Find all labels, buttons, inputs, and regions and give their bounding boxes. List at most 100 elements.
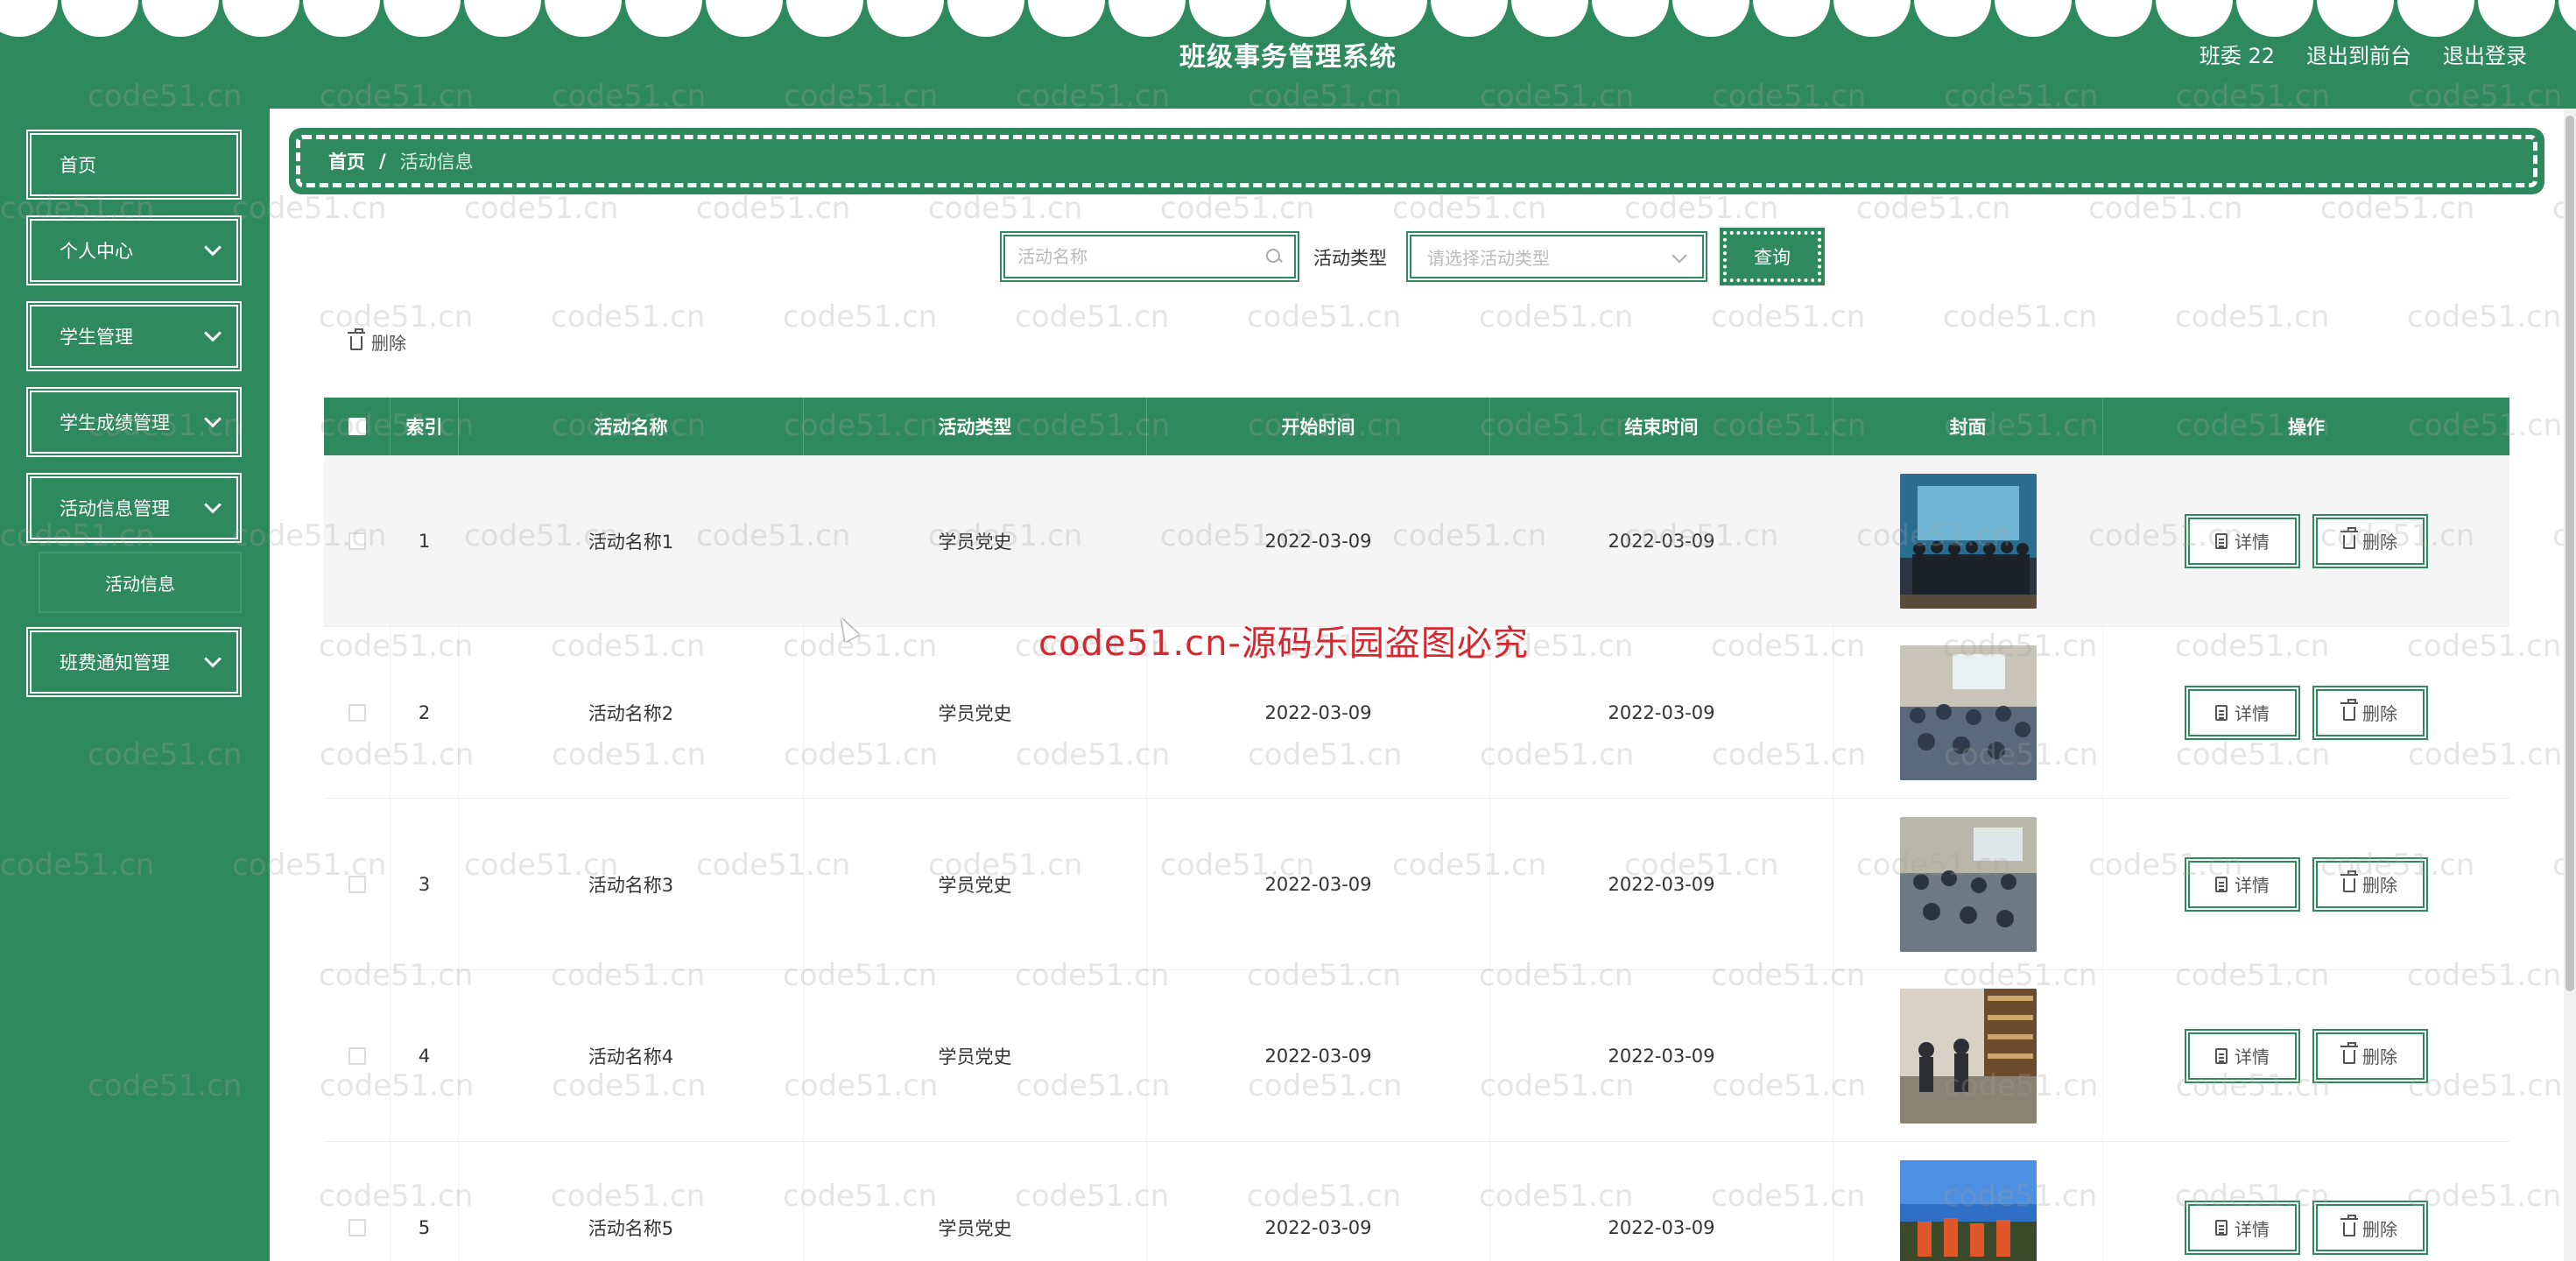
query-button[interactable]: 查询 xyxy=(1720,228,1825,285)
sidebar-item-activities[interactable]: 活动信息管理 xyxy=(26,473,242,543)
sidebar-item-profile[interactable]: 个人中心 xyxy=(26,215,242,285)
row-checkbox[interactable] xyxy=(348,703,366,722)
delete-button[interactable]: 删除 xyxy=(2312,685,2428,740)
delete-button[interactable]: 删除 xyxy=(2312,1201,2428,1255)
watermark-text: code51.cn xyxy=(1943,299,2098,335)
cover-image[interactable] xyxy=(1899,1160,2037,1261)
cover-image[interactable] xyxy=(1899,473,2037,609)
sidebar-item-label: 活动信息管理 xyxy=(60,498,170,519)
batch-delete-label: 删除 xyxy=(371,333,406,354)
select-all-cell xyxy=(324,398,391,455)
row-checkbox[interactable] xyxy=(348,1219,366,1236)
cell-end: 2022-03-09 xyxy=(1490,970,1833,1141)
document-icon xyxy=(2215,532,2228,549)
sidebar-subitem-activity-info[interactable]: 活动信息 xyxy=(39,552,242,613)
detail-button[interactable]: 详情 xyxy=(2185,685,2300,740)
select-all-checkbox[interactable] xyxy=(348,418,366,435)
document-icon xyxy=(2215,876,2228,892)
cell-end: 2022-03-09 xyxy=(1490,799,1833,969)
row-checkbox[interactable] xyxy=(348,1046,366,1065)
logout-link[interactable]: 退出登录 xyxy=(2443,39,2527,69)
trash-icon xyxy=(2340,1042,2358,1064)
sidebar-item-home[interactable]: 首页 xyxy=(26,130,242,200)
detail-button[interactable]: 详情 xyxy=(2185,856,2300,912)
scrollbar-thumb[interactable] xyxy=(2565,116,2574,991)
delete-button[interactable]: 删除 xyxy=(2312,1028,2428,1083)
delete-button[interactable]: 删除 xyxy=(2312,856,2428,912)
cell-type: 学员党史 xyxy=(804,970,1147,1141)
sidebar-item-label: 个人中心 xyxy=(60,241,133,262)
cell-start: 2022-03-09 xyxy=(1147,799,1490,969)
trash-icon xyxy=(348,328,365,350)
column-header-cover: 封面 xyxy=(1833,398,2103,455)
chevron-down-icon xyxy=(204,496,222,514)
column-header-actions: 操作 xyxy=(2288,417,2325,438)
sidebar-item-label: 班费通知管理 xyxy=(60,652,170,673)
cell-index: 3 xyxy=(391,799,459,969)
detail-button[interactable]: 详情 xyxy=(2185,1028,2300,1083)
page-scrollbar[interactable] xyxy=(2564,109,2576,1261)
watermark-text: code51.cn xyxy=(2088,191,2243,226)
document-icon xyxy=(2215,1047,2228,1064)
column-header-type[interactable]: 活动类型 xyxy=(804,398,1147,455)
watermark-text: code51.cn xyxy=(1247,299,1402,335)
cell-index: 2 xyxy=(391,627,459,798)
sidebar-item-class-fee[interactable]: 班费通知管理 xyxy=(26,627,242,697)
cell-index: 4 xyxy=(391,970,459,1141)
watermark-text: code51.cn xyxy=(2320,191,2475,226)
cell-start: 2022-03-09 xyxy=(1147,970,1490,1141)
watermark-text: code51.cn xyxy=(696,191,851,226)
table-row: 1 活动名称1 学员党史 2022-03-09 2022-03-09 详情 删除 xyxy=(324,455,2509,627)
watermark-text: code51.cn xyxy=(1160,191,1315,226)
table-row: 5 活动名称5 学员党史 2022-03-09 2022-03-09 详情 删除 xyxy=(324,1142,2509,1261)
table-header: 索引 活动名称 活动类型 开始时间 结束时间 封面 操作 xyxy=(324,398,2509,455)
batch-delete-button[interactable]: 删除 xyxy=(348,328,406,355)
cell-end: 2022-03-09 xyxy=(1490,627,1833,798)
watermark-text: code51.cn xyxy=(928,191,1083,226)
cell-index: 5 xyxy=(391,1142,459,1261)
column-header-name[interactable]: 活动名称 xyxy=(459,398,804,455)
watermark-text: code51.cn xyxy=(1392,191,1547,226)
detail-button[interactable]: 详情 xyxy=(2185,1201,2300,1255)
column-header-start[interactable]: 开始时间 xyxy=(1147,398,1490,455)
delete-label: 删除 xyxy=(2362,1218,2397,1240)
sidebar-item-grades[interactable]: 学生成绩管理 xyxy=(26,387,242,457)
chevron-down-icon xyxy=(204,410,222,428)
cell-start: 2022-03-09 xyxy=(1147,1142,1490,1261)
delete-button[interactable]: 删除 xyxy=(2312,513,2428,568)
table-row: 3 活动名称3 学员党史 2022-03-09 2022-03-09 详情 删除 xyxy=(324,799,2509,970)
cell-name: 活动名称2 xyxy=(459,627,804,798)
breadcrumb-current: 活动信息 xyxy=(399,151,474,173)
watermark-text: code51.cn xyxy=(464,191,619,226)
current-user: 班委 22 xyxy=(2199,44,2275,68)
detail-button[interactable]: 详情 xyxy=(2185,513,2300,568)
app-title: 班级事务管理系统 xyxy=(1179,42,1397,73)
cell-type: 学员党史 xyxy=(804,1142,1147,1261)
trash-icon xyxy=(2340,1214,2358,1236)
header-actions: 班委 22 退出到前台 退出登录 xyxy=(2199,39,2527,69)
back-to-front-link[interactable]: 退出到前台 xyxy=(2306,39,2411,69)
chevron-down-icon xyxy=(204,650,222,668)
sidebar-item-students[interactable]: 学生管理 xyxy=(26,301,242,371)
activity-name-input[interactable] xyxy=(1017,246,1266,267)
cell-index: 1 xyxy=(391,455,459,626)
row-checkbox[interactable] xyxy=(348,875,366,893)
activity-type-label: 活动类型 xyxy=(1313,248,1387,269)
cover-image[interactable] xyxy=(1899,816,2037,952)
watermark-text: code51.cn xyxy=(783,299,938,335)
top-header: 班级事务管理系统 班委 22 退出到前台 退出登录 xyxy=(0,0,2576,109)
cell-type: 学员党史 xyxy=(804,799,1147,969)
column-header-end[interactable]: 结束时间 xyxy=(1490,398,1833,455)
row-checkbox[interactable] xyxy=(348,532,366,550)
cover-image[interactable] xyxy=(1899,988,2037,1124)
cover-image[interactable] xyxy=(1899,645,2037,780)
column-header-index[interactable]: 索引 xyxy=(391,398,459,455)
sidebar-item-label: 首页 xyxy=(60,155,96,176)
breadcrumb-home[interactable]: 首页 xyxy=(328,148,365,174)
activity-type-select[interactable]: 请选择活动类型 xyxy=(1406,231,1707,282)
detail-label: 详情 xyxy=(2235,532,2270,553)
chevron-down-icon xyxy=(204,324,222,342)
cell-name: 活动名称5 xyxy=(459,1142,804,1261)
detail-label: 详情 xyxy=(2235,1046,2270,1067)
search-icon xyxy=(1266,249,1282,264)
